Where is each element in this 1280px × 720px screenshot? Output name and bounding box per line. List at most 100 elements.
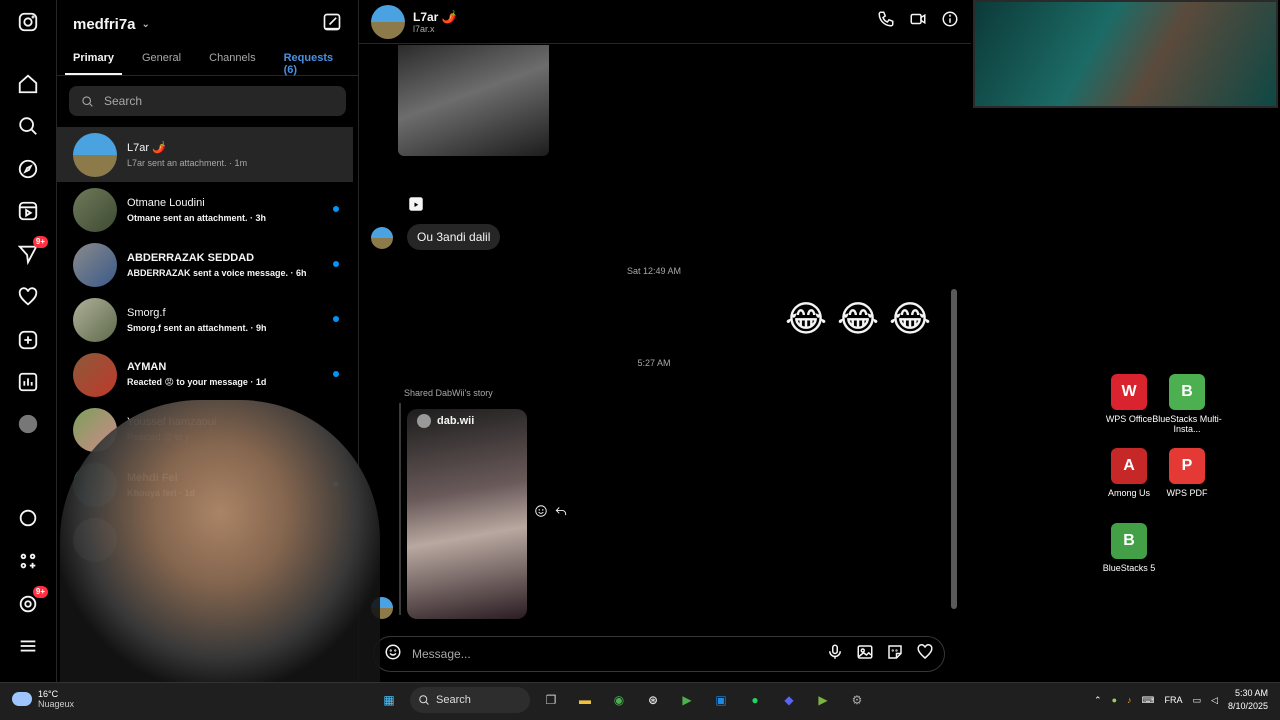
mic-tray-icon[interactable]: ♪: [1127, 695, 1132, 705]
chat-handle: l7ar.x: [413, 23, 435, 34]
image-attachment[interactable]: [398, 45, 549, 156]
network-icon[interactable]: ▭: [1193, 695, 1202, 706]
conversation-item[interactable]: AYMAN Reacted 😡 to your message · 1d: [57, 347, 353, 402]
conversation-name: AYMAN: [127, 361, 167, 373]
dashboard-icon[interactable]: [14, 368, 42, 396]
search-icon: [82, 95, 93, 107]
unread-dot: [333, 206, 339, 212]
threads-icon[interactable]: [14, 504, 42, 532]
wps-office-icon: W: [1111, 374, 1147, 410]
sticker-icon[interactable]: [886, 643, 904, 666]
explore-icon[interactable]: [14, 155, 42, 183]
play-icon[interactable]: ▶: [674, 687, 700, 713]
more-icon[interactable]: [14, 632, 42, 660]
unread-dot: [333, 261, 339, 267]
info-icon[interactable]: [941, 10, 959, 33]
apps-icon[interactable]: [14, 547, 42, 575]
reels-icon[interactable]: [14, 197, 42, 225]
notifications-icon[interactable]: [14, 283, 42, 311]
image-icon[interactable]: [856, 643, 874, 666]
app-icon[interactable]: ▣: [708, 687, 734, 713]
timestamp: Sat 12:49 AM: [626, 266, 682, 276]
clock[interactable]: 5:30 AM 8/10/2025: [1228, 687, 1268, 713]
conversation-item[interactable]: ABDERRAZAK SEDDAD ABDERRAZAK sent a voic…: [57, 237, 353, 292]
desktop-icon-bluestacks-multi[interactable]: B BlueStacks Multi-Insta...: [1151, 374, 1223, 434]
avatar: [73, 242, 117, 287]
conversation-item[interactable]: Mehdi Fel Khouya feri · 1d: [57, 457, 353, 512]
keyboard-icon[interactable]: ⌨: [1142, 695, 1155, 706]
laughing-emoji: 😂: [785, 299, 828, 340]
bluestacks-icon[interactable]: ▶: [810, 687, 836, 713]
laughing-emoji: 😂: [837, 299, 880, 340]
tab-requests[interactable]: Requests (6): [276, 48, 350, 76]
account-switcher[interactable]: medfri7a ⌄: [73, 16, 150, 33]
conversation-item[interactable]: [57, 512, 353, 567]
weather-widget[interactable]: 16°C Nuageux: [12, 689, 74, 709]
message-input[interactable]: [412, 647, 816, 661]
app-icon[interactable]: ⊛: [640, 687, 666, 713]
timestamp: 5:27 AM: [637, 358, 671, 368]
profile-icon[interactable]: [14, 410, 42, 438]
wps-pdf-icon: P: [1169, 448, 1205, 484]
taskbar-search[interactable]: Search: [410, 687, 530, 713]
spotify-icon[interactable]: ●: [742, 687, 768, 713]
app-tray-icon[interactable]: ●: [1112, 695, 1117, 705]
tab-channels[interactable]: Channels: [201, 48, 263, 75]
compose-button[interactable]: [322, 12, 342, 37]
conversation-item[interactable]: Smorg.f Smorg.f sent an attachment. · 9h: [57, 292, 353, 347]
video-call-icon[interactable]: [909, 10, 927, 33]
chrome-icon[interactable]: ◉: [606, 687, 632, 713]
inbox-tabs: Primary General Channels Requests (6): [57, 48, 358, 76]
unread-dot: [333, 481, 339, 487]
conversation-item[interactable]: Youssef hamzaoui Reacted 😡 to y: [57, 402, 353, 457]
message-actions: [534, 504, 568, 523]
home-icon[interactable]: [14, 70, 42, 98]
settings-icon[interactable]: ⚙: [844, 687, 870, 713]
tab-general[interactable]: General: [134, 48, 189, 75]
emoji-picker-icon[interactable]: [384, 643, 402, 666]
desktop-icon-bluestacks-5[interactable]: B BlueStacks 5: [1093, 523, 1165, 573]
emoji-react-icon[interactable]: [534, 504, 548, 523]
search-input[interactable]: [104, 94, 304, 108]
emoji-message[interactable]: 😂 😂 😂: [785, 299, 931, 340]
avatar[interactable]: [371, 4, 405, 39]
threads-app-icon[interactable]: 9+: [14, 586, 48, 618]
conversation-item[interactable]: L7ar 🌶️ L7ar sent an attachment. · 1m: [57, 127, 353, 182]
chevron-up-icon[interactable]: ⌃: [1094, 695, 1102, 706]
conversation-item[interactable]: Otmane Loudini Otmane sent an attachment…: [57, 182, 353, 237]
chat-scrollbar[interactable]: [951, 44, 959, 624]
phone-icon[interactable]: [877, 10, 895, 33]
instagram-icon[interactable]: [14, 8, 42, 36]
search-icon[interactable]: [14, 112, 42, 140]
reel-icon[interactable]: [407, 195, 425, 218]
heart-icon[interactable]: [916, 643, 934, 666]
nav-rail: 9+ 9+: [0, 0, 57, 682]
task-view-icon[interactable]: ❐: [538, 687, 564, 713]
conversation-name: Mehdi Fel: [127, 471, 178, 484]
tab-primary[interactable]: Primary: [65, 48, 122, 75]
edit-icon: [323, 13, 341, 30]
language-indicator[interactable]: FRA: [1165, 695, 1183, 705]
conversation-preview: Smorg.f sent an attachment. · 9h: [127, 322, 267, 333]
create-icon[interactable]: [14, 326, 42, 354]
conversation-preview: Reacted 😡 to your message · 1d: [127, 377, 267, 387]
desktop-icon-wps-pdf[interactable]: P WPS PDF: [1151, 448, 1223, 498]
messages-icon[interactable]: 9+: [14, 236, 48, 268]
conversation-name: ABDERRAZAK SEDDAD: [127, 251, 255, 264]
inbox-panel: medfri7a ⌄ Primary General Channels Requ…: [57, 0, 359, 682]
microphone-icon[interactable]: [826, 643, 844, 666]
desktop-area: W WPS Office B BlueStacks Multi-Insta...…: [971, 0, 1280, 682]
discord-icon[interactable]: ◆: [776, 687, 802, 713]
volume-icon[interactable]: ◁: [1211, 695, 1218, 706]
clock-time: 5:30 AM: [1234, 688, 1268, 698]
reply-icon[interactable]: [554, 504, 568, 523]
story-preview[interactable]: [407, 409, 527, 619]
conversation-preview: ABDERRAZAK sent a voice message. · 6h: [127, 267, 307, 278]
avatar: [417, 414, 431, 428]
chat-header: L7ar 🌶️ l7ar.x: [359, 0, 971, 44]
windows-start-icon[interactable]: ▦: [376, 687, 402, 713]
message-bubble[interactable]: Ou 3andi dalil: [407, 224, 501, 250]
chat-title[interactable]: L7ar 🌶️: [413, 10, 457, 24]
file-explorer-icon[interactable]: ▬: [572, 687, 598, 713]
weather-temp: 16°C: [38, 689, 59, 699]
